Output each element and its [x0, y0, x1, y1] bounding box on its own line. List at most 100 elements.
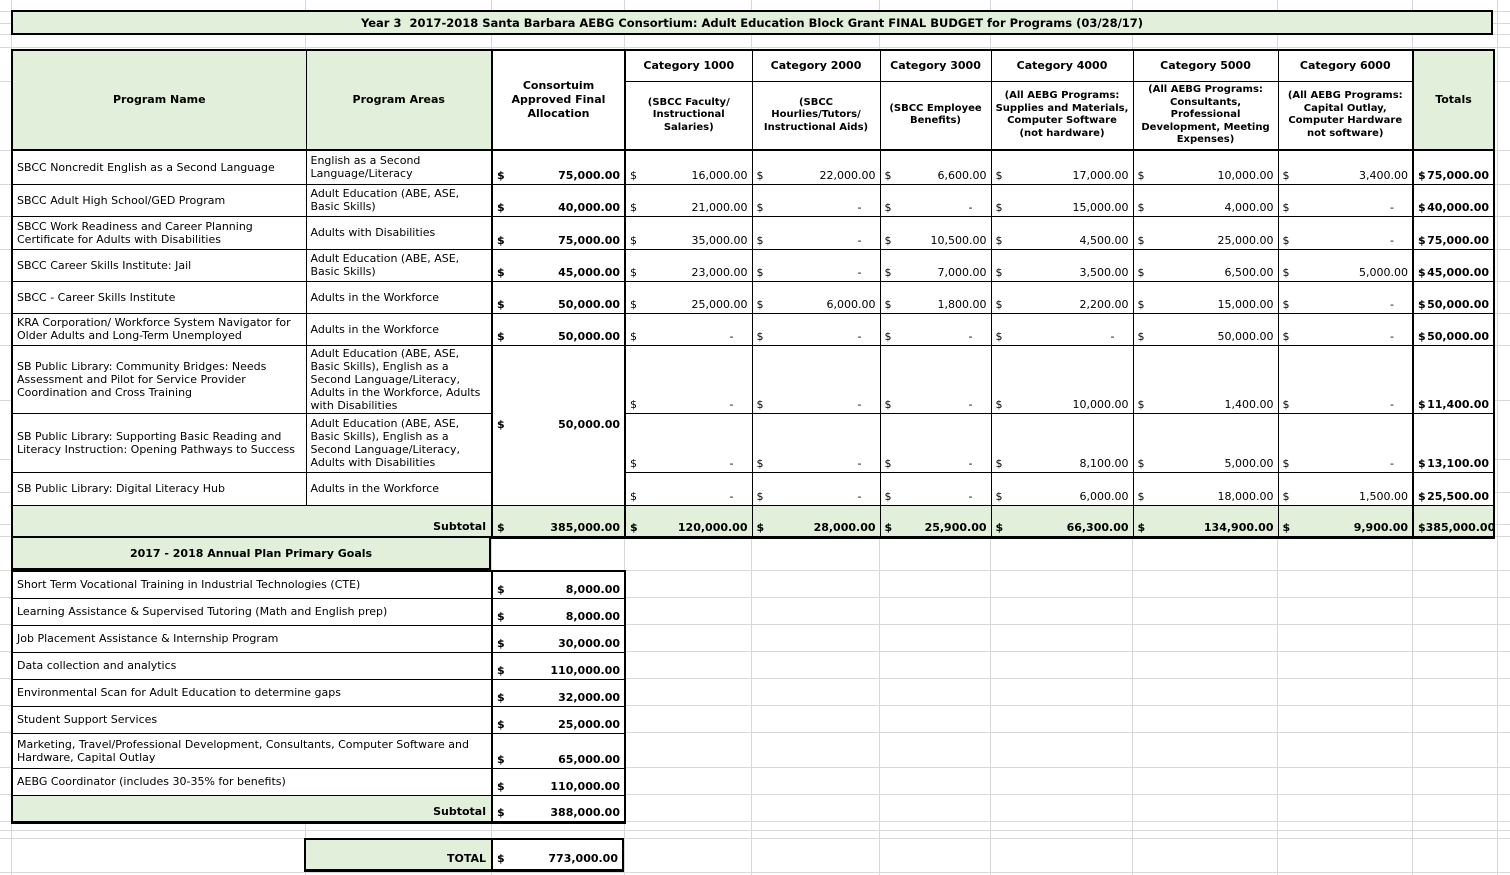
cell-category-6000[interactable]: $- [1278, 413, 1413, 472]
cell-allocation[interactable]: $75,000.00 [492, 150, 625, 184]
cell-category-4000[interactable]: $15,000.00 [991, 184, 1133, 216]
cell-category-2000[interactable]: $- [752, 413, 880, 472]
cell-category-1000[interactable]: $21,000.00 [625, 184, 752, 216]
cell-program-area[interactable]: Adults in the Workforce [306, 313, 492, 345]
header-category-2000[interactable]: Category 2000 [752, 50, 880, 81]
cell-category-2000[interactable]: $6,000.00 [752, 281, 880, 313]
cell-category-5000[interactable]: $25,000.00 [1133, 216, 1278, 249]
header-category-5000[interactable]: Category 5000 [1133, 50, 1278, 81]
cell-program-area[interactable]: Adult Education (ABE, ASE, Basic Skills) [306, 184, 492, 216]
cell-category-1000[interactable]: $23,000.00 [625, 249, 752, 281]
cell-category-5000[interactable]: $10,000.00 [1133, 150, 1278, 184]
cell-category-5000[interactable]: $4,000.00 [1133, 184, 1278, 216]
cell-row-total[interactable]: $13,100.00 [1413, 413, 1494, 472]
header-totals[interactable]: Totals [1413, 50, 1494, 150]
cell-program-area[interactable]: Adult Education (ABE, ASE, Basic Skills) [306, 249, 492, 281]
cell-category-5000[interactable]: $15,000.00 [1133, 281, 1278, 313]
cell-category-6000[interactable]: $- [1278, 313, 1413, 345]
cell-category-4000[interactable]: $4,500.00 [991, 216, 1133, 249]
header-category-1000-desc[interactable]: (SBCC Faculty/ Instructional Salaries) [625, 81, 752, 150]
subtotal-category-4000[interactable]: $66,300.00 [991, 505, 1133, 537]
header-category-3000[interactable]: Category 3000 [880, 50, 991, 81]
cell-category-6000[interactable]: $- [1278, 216, 1413, 249]
cell-category-2000[interactable]: $- [752, 345, 880, 413]
cell-allocation-merged[interactable]: $50,000.00 [492, 345, 625, 505]
header-program-areas[interactable]: Program Areas [306, 50, 492, 150]
header-category-5000-desc[interactable]: (All AEBG Programs: Consultants, Profess… [1133, 81, 1278, 150]
header-category-4000-desc[interactable]: (All AEBG Programs: Supplies and Materia… [991, 81, 1133, 150]
cell-allocation[interactable]: $40,000.00 [492, 184, 625, 216]
cell-goal-label[interactable]: Marketing, Travel/Professional Developme… [12, 733, 492, 768]
cell-category-1000[interactable]: $25,000.00 [625, 281, 752, 313]
cell-category-6000[interactable]: $3,400.00 [1278, 150, 1413, 184]
cell-row-total[interactable]: $45,000.00 [1413, 249, 1494, 281]
cell-row-total[interactable]: $40,000.00 [1413, 184, 1494, 216]
cell-program-area[interactable]: Adults with Disabilities [306, 216, 492, 249]
cell-category-4000[interactable]: $8,100.00 [991, 413, 1133, 472]
cell-row-total[interactable]: $11,400.00 [1413, 345, 1494, 413]
subtotal-allocation[interactable]: $385,000.00 [492, 505, 625, 537]
header-category-3000-desc[interactable]: (SBCC Employee Benefits) [880, 81, 991, 150]
goals-subtotal-amount[interactable]: $388,000.00 [492, 795, 625, 822]
subtotal-category-3000[interactable]: $25,900.00 [880, 505, 991, 537]
cell-program-area[interactable]: English as a Second Language/Literacy [306, 150, 492, 184]
cell-category-3000[interactable]: $- [880, 313, 991, 345]
cell-allocation[interactable]: $50,000.00 [492, 313, 625, 345]
cell-row-total[interactable]: $50,000.00 [1413, 313, 1494, 345]
cell-category-5000[interactable]: $50,000.00 [1133, 313, 1278, 345]
cell-program-area[interactable]: Adults in the Workforce [306, 472, 492, 505]
grand-total-amount-cell[interactable]: $ 773,000.00 [493, 840, 622, 869]
goals-header-cell[interactable]: 2017 - 2018 Annual Plan Primary Goals [11, 536, 491, 570]
cell-program-name[interactable]: SBCC - Career Skills Institute [12, 281, 306, 313]
cell-allocation[interactable]: $45,000.00 [492, 249, 625, 281]
cell-category-3000[interactable]: $10,500.00 [880, 216, 991, 249]
header-category-1000[interactable]: Category 1000 [625, 50, 752, 81]
cell-category-1000[interactable]: $16,000.00 [625, 150, 752, 184]
cell-category-6000[interactable]: $5,000.00 [1278, 249, 1413, 281]
cell-category-1000[interactable]: $- [625, 345, 752, 413]
cell-category-2000[interactable]: $- [752, 313, 880, 345]
cell-category-4000[interactable]: $3,500.00 [991, 249, 1133, 281]
cell-program-name[interactable]: SB Public Library: Supporting Basic Read… [12, 413, 306, 472]
cell-category-4000[interactable]: $17,000.00 [991, 150, 1133, 184]
cell-goal-amount[interactable]: $65,000.00 [492, 733, 625, 768]
cell-category-3000[interactable]: $- [880, 413, 991, 472]
cell-category-5000[interactable]: $1,400.00 [1133, 345, 1278, 413]
goals-subtotal-label-cell[interactable]: Subtotal [12, 795, 492, 822]
cell-goal-label[interactable]: Short Term Vocational Training in Indust… [12, 571, 492, 598]
cell-category-2000[interactable]: $- [752, 184, 880, 216]
cell-category-6000[interactable]: $- [1278, 184, 1413, 216]
cell-row-total[interactable]: $50,000.00 [1413, 281, 1494, 313]
cell-category-2000[interactable]: $- [752, 472, 880, 505]
cell-program-area[interactable]: Adults in the Workforce [306, 281, 492, 313]
sheet-title-cell[interactable]: Year 3 2017-2018 Santa Barbara AEBG Cons… [11, 10, 1493, 35]
cell-program-area[interactable]: Adult Education (ABE, ASE, Basic Skills)… [306, 413, 492, 472]
cell-program-name[interactable]: SB Public Library: Digital Literacy Hub [12, 472, 306, 505]
cell-goal-label[interactable]: Learning Assistance & Supervised Tutorin… [12, 598, 492, 625]
cell-goal-amount[interactable]: $30,000.00 [492, 625, 625, 652]
header-category-2000-desc[interactable]: (SBCC Hourlies/Tutors/ Instructional Aid… [752, 81, 880, 150]
cell-goal-label[interactable]: Environmental Scan for Adult Education t… [12, 679, 492, 706]
subtotal-category-6000[interactable]: $9,900.00 [1278, 505, 1413, 537]
cell-row-total[interactable]: $75,000.00 [1413, 216, 1494, 249]
cell-category-2000[interactable]: $- [752, 216, 880, 249]
cell-category-4000[interactable]: $- [991, 313, 1133, 345]
cell-allocation[interactable]: $75,000.00 [492, 216, 625, 249]
cell-category-4000[interactable]: $6,000.00 [991, 472, 1133, 505]
cell-goal-amount[interactable]: $8,000.00 [492, 598, 625, 625]
subtotal-total[interactable]: $385,000.00 [1413, 505, 1494, 537]
cell-category-3000[interactable]: $- [880, 184, 991, 216]
cell-program-name[interactable]: SBCC Adult High School/GED Program [12, 184, 306, 216]
cell-allocation[interactable]: $50,000.00 [492, 281, 625, 313]
subtotal-category-2000[interactable]: $28,000.00 [752, 505, 880, 537]
cell-goal-label[interactable]: Data collection and analytics [12, 652, 492, 679]
cell-goal-amount[interactable]: $25,000.00 [492, 706, 625, 733]
cell-category-6000[interactable]: $- [1278, 345, 1413, 413]
cell-row-total[interactable]: $25,500.00 [1413, 472, 1494, 505]
cell-category-3000[interactable]: $1,800.00 [880, 281, 991, 313]
header-category-4000[interactable]: Category 4000 [991, 50, 1133, 81]
cell-category-2000[interactable]: $- [752, 249, 880, 281]
cell-goal-label[interactable]: Student Support Services [12, 706, 492, 733]
header-category-6000-desc[interactable]: (All AEBG Programs: Capital Outlay, Comp… [1278, 81, 1413, 150]
cell-category-3000[interactable]: $- [880, 345, 991, 413]
